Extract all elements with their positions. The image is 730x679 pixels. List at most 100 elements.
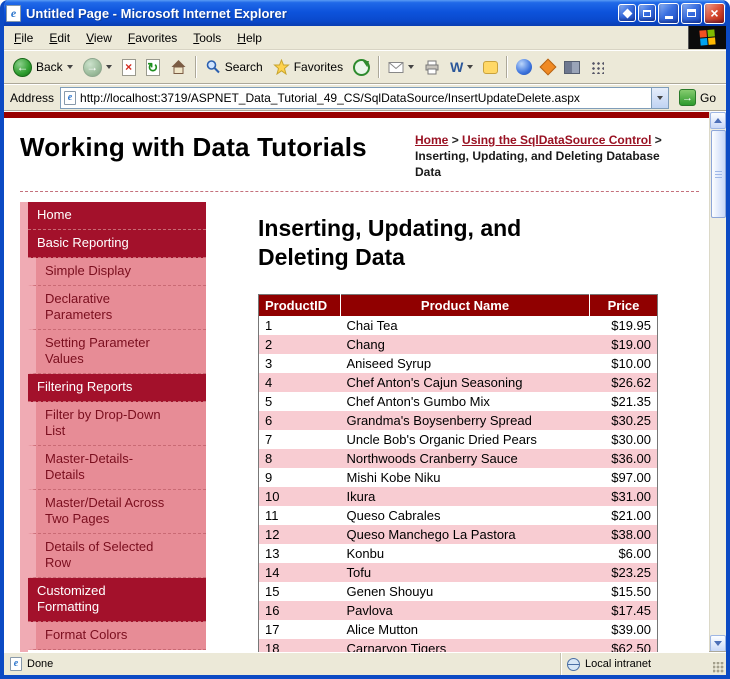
maximize-button[interactable] [681, 3, 702, 24]
product-cell: 18 [259, 639, 341, 652]
titlebar-buttons: × [618, 3, 725, 24]
word-edit-icon: W [450, 60, 463, 74]
sidebar-item-basic-reporting[interactable]: Basic Reporting [28, 230, 206, 258]
product-row: 9Mishi Kobe Niku$97.00 [259, 468, 658, 487]
address-url-text: http://localhost:3719/ASPNET_Data_Tutori… [80, 91, 647, 105]
print-button[interactable] [419, 57, 445, 78]
product-cell: Aniseed Syrup [341, 354, 590, 373]
sidebar-item-details-of-selected-row[interactable]: Details of Selected Row [28, 534, 206, 578]
sidebar-item-home[interactable]: Home [28, 202, 206, 230]
product-row: 17Alice Mutton$39.00 [259, 620, 658, 639]
sidebar-item-declarative-parameters[interactable]: Declarative Parameters [28, 286, 206, 330]
sidebar-item-filter-by-drop-down-list[interactable]: Filter by Drop-Down List [28, 402, 206, 446]
address-input[interactable]: e http://localhost:3719/ASPNET_Data_Tuto… [60, 87, 669, 109]
product-cell: Chef Anton's Cajun Seasoning [341, 373, 590, 392]
favorites-button[interactable]: Favorites [268, 56, 348, 78]
product-cell: 17 [259, 620, 341, 639]
product-row: 12Queso Manchego La Pastora$38.00 [259, 525, 658, 544]
search-button[interactable]: Search [200, 56, 268, 78]
column-header-price: Price [590, 295, 658, 317]
vertical-scrollbar[interactable] [709, 112, 726, 652]
breadcrumb-link-home[interactable]: Home [415, 133, 448, 147]
sidebar-item-format-colors[interactable]: Format Colors [28, 622, 206, 650]
diamond-icon [622, 8, 632, 18]
refresh-icon: ↻ [146, 59, 160, 76]
product-cell: Chef Anton's Gumbo Mix [341, 392, 590, 411]
page-content: Working with Data Tutorials Home > Using… [4, 118, 709, 652]
dropdown-chevron-icon [408, 65, 414, 69]
menu-help[interactable]: Help [229, 27, 270, 49]
product-cell: $10.00 [590, 354, 658, 373]
sidebar-item-master-details-details[interactable]: Master-Details-Details [28, 446, 206, 490]
menu-edit[interactable]: Edit [41, 27, 78, 49]
intranet-zone-icon [567, 658, 580, 671]
breadcrumb-link-section[interactable]: Using the SqlDataSource Control [462, 133, 651, 147]
product-row: 3Aniseed Syrup$10.00 [259, 354, 658, 373]
column-header-product-name: Product Name [341, 295, 590, 317]
menu-tools[interactable]: Tools [185, 27, 229, 49]
titlebar-extra-button-1[interactable] [618, 4, 636, 22]
product-row: 10Ikura$31.00 [259, 487, 658, 506]
sidebar-item-setting-parameter-values[interactable]: Setting Parameter Values [28, 330, 206, 374]
minimize-button[interactable] [658, 3, 679, 24]
go-label: Go [700, 91, 716, 105]
titlebar[interactable]: e Untitled Page - Microsoft Internet Exp… [0, 0, 730, 26]
arrow-down-icon [714, 641, 722, 646]
product-row: 16Pavlova$17.45 [259, 601, 658, 620]
back-button[interactable]: ← Back [8, 55, 78, 80]
menu-favorites[interactable]: Favorites [120, 27, 185, 49]
status-bar: e Done Local intranet [4, 652, 726, 675]
product-row: 11Queso Cabrales$21.00 [259, 506, 658, 525]
sidebar-item-filtering-reports[interactable]: Filtering Reports [28, 374, 206, 402]
forward-button[interactable]: → [78, 55, 117, 80]
close-button[interactable]: × [704, 3, 725, 24]
window-icon [643, 10, 651, 17]
product-row: 2Chang$19.00 [259, 335, 658, 354]
menu-file[interactable]: File [6, 27, 41, 49]
discuss-button[interactable] [478, 58, 503, 77]
print-icon [424, 60, 440, 75]
scroll-up-button[interactable] [710, 112, 726, 129]
browser-viewport: Working with Data Tutorials Home > Using… [4, 112, 726, 652]
resize-grip[interactable] [710, 653, 726, 675]
sidebar-item-customized-formatting[interactable]: Customized Formatting [28, 578, 206, 622]
dropdown-chevron-icon [467, 65, 473, 69]
product-cell: $23.25 [590, 563, 658, 582]
buildings-button[interactable] [559, 58, 585, 77]
products-table-body: 1Chai Tea$19.952Chang$19.003Aniseed Syru… [259, 316, 658, 652]
home-button[interactable] [165, 56, 192, 78]
product-cell: $19.00 [590, 335, 658, 354]
address-bar: Address e http://localhost:3719/ASPNET_D… [4, 84, 726, 110]
products-table: ProductID Product Name Price 1Chai Tea$1… [258, 294, 658, 652]
titlebar-extra-button-2[interactable] [638, 4, 656, 22]
scrollbar-track[interactable] [710, 129, 726, 635]
product-cell: 5 [259, 392, 341, 411]
stop-button[interactable]: × [117, 56, 141, 79]
products-table-head: ProductID Product Name Price [259, 295, 658, 317]
sidebar-item-master-detail-across-two-pages[interactable]: Master/Detail Across Two Pages [28, 490, 206, 534]
back-label: Back [36, 60, 63, 74]
breadcrumb-separator: > [452, 133, 459, 147]
history-button[interactable] [348, 56, 375, 79]
sidebar-item-simple-display[interactable]: Simple Display [28, 258, 206, 286]
maximize-icon [687, 9, 696, 17]
column-header-productid: ProductID [259, 295, 341, 317]
scrollbar-thumb[interactable] [711, 130, 726, 218]
mail-button[interactable] [383, 58, 419, 77]
research-button[interactable] [537, 58, 559, 76]
product-cell: 4 [259, 373, 341, 392]
product-cell: 14 [259, 563, 341, 582]
messenger-button[interactable] [511, 56, 537, 78]
go-button[interactable]: → Go [675, 89, 720, 106]
edit-with-word-button[interactable]: W [445, 57, 478, 77]
product-row: 7Uncle Bob's Organic Dried Pears$30.00 [259, 430, 658, 449]
toolbar-separator [506, 56, 508, 78]
menu-view[interactable]: View [78, 27, 120, 49]
address-dropdown-button[interactable] [651, 88, 668, 108]
grid-button[interactable] [585, 57, 609, 77]
product-cell: Uncle Bob's Organic Dried Pears [341, 430, 590, 449]
scroll-down-button[interactable] [710, 635, 726, 652]
product-cell: 15 [259, 582, 341, 601]
refresh-button[interactable]: ↻ [141, 56, 165, 79]
product-cell: $26.62 [590, 373, 658, 392]
